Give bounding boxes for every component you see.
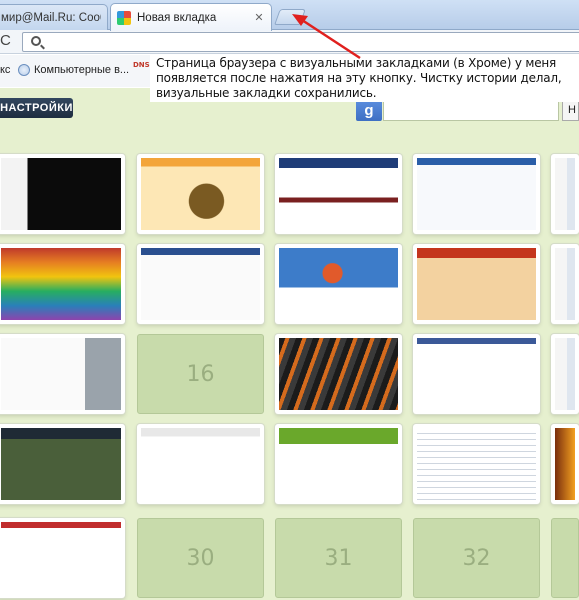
bookmark-thumbnail[interactable]	[551, 334, 579, 414]
thumbnail-image	[417, 428, 536, 500]
settings-button[interactable]: НАСТРОЙКИ	[0, 98, 73, 118]
bookmark-thumbnail[interactable]	[413, 154, 540, 234]
annotation-arrow	[292, 14, 361, 60]
bookmark-thumbnail[interactable]	[137, 424, 264, 504]
search-submit-button[interactable]: Н	[562, 99, 579, 121]
thumbnail-image	[1, 428, 121, 500]
thumbnail-image	[1, 522, 121, 594]
empty-bookmark-slot[interactable]: 31	[275, 518, 402, 598]
bookmark-thumbnail[interactable]	[413, 244, 540, 324]
empty-bookmark-slot[interactable]	[551, 518, 579, 598]
bookmark-thumbnail[interactable]	[275, 334, 402, 414]
bookmark-thumbnail[interactable]	[137, 244, 264, 324]
thumbnail-image	[279, 248, 398, 320]
bookmark-thumbnail[interactable]	[275, 424, 402, 504]
thumbnail-image	[555, 338, 575, 410]
bookmark-thumbnail[interactable]	[137, 154, 264, 234]
bookmark-thumbnail[interactable]	[275, 244, 402, 324]
bookmark-thumbnail[interactable]	[413, 424, 540, 504]
thumbnail-image	[417, 338, 536, 410]
bookmark-thumbnail[interactable]	[551, 244, 579, 324]
thumbnail-image	[279, 158, 398, 230]
bookmark-thumbnail[interactable]	[0, 518, 125, 598]
empty-bookmark-slot[interactable]: 16	[137, 334, 264, 414]
thumbnail-image	[1, 248, 121, 320]
thumbnail-image	[1, 338, 121, 410]
thumbnail-image	[279, 338, 398, 410]
bookmark-thumbnail[interactable]	[275, 154, 402, 234]
thumbnail-image	[279, 428, 398, 500]
visual-bookmarks-page: НАСТРОЙКИ g Н 16 30 31 32	[0, 88, 579, 600]
thumbnail-image	[141, 248, 260, 320]
bookmark-thumbnail[interactable]	[551, 424, 579, 504]
thumbnail-image	[141, 158, 260, 230]
thumbnail-image	[555, 248, 575, 320]
thumbnail-image	[141, 428, 260, 500]
thumbnail-image	[555, 428, 575, 500]
thumbnail-image	[1, 158, 121, 230]
slot-number: 30	[186, 545, 215, 571]
bookmark-thumbnail[interactable]	[0, 334, 125, 414]
slot-number: 31	[324, 545, 353, 571]
empty-bookmark-slot[interactable]: 30	[137, 518, 264, 598]
bookmark-thumbnail[interactable]	[0, 244, 125, 324]
empty-bookmark-slot[interactable]: 32	[413, 518, 540, 598]
slot-number: 32	[462, 545, 491, 571]
bookmark-thumbnail[interactable]	[0, 424, 125, 504]
thumbnail-image	[555, 158, 575, 230]
google-search-input[interactable]	[383, 99, 559, 121]
bookmark-thumbnail[interactable]	[413, 334, 540, 414]
bookmark-thumbnail[interactable]	[0, 154, 125, 234]
google-logo-icon[interactable]: g	[356, 99, 382, 121]
bookmark-thumbnail[interactable]	[551, 154, 579, 234]
thumbnail-image	[417, 158, 536, 230]
slot-number: 16	[186, 361, 215, 387]
thumbnail-image	[417, 248, 536, 320]
